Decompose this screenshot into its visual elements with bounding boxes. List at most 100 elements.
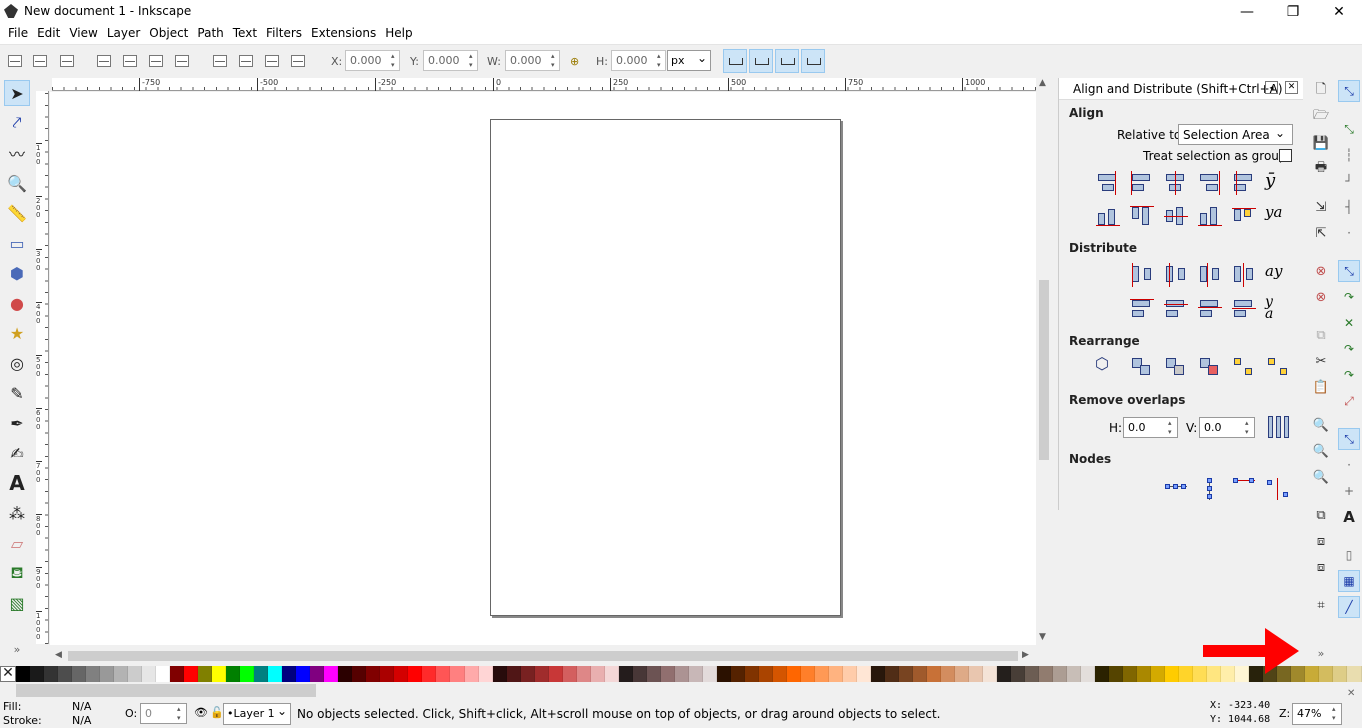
distribute-baselines-vertical-icon[interactable]: ya bbox=[1265, 295, 1291, 322]
distribute-centers-horizontal-icon[interactable] bbox=[1163, 262, 1189, 288]
color-swatch[interactable] bbox=[1333, 666, 1348, 682]
color-swatch[interactable] bbox=[506, 666, 521, 682]
distribute-top-edges-icon[interactable] bbox=[1129, 296, 1155, 322]
color-swatch[interactable] bbox=[814, 666, 829, 682]
color-swatch[interactable] bbox=[800, 666, 815, 682]
distribute-left-edges-icon[interactable] bbox=[1129, 262, 1155, 288]
color-swatch[interactable] bbox=[1011, 666, 1026, 682]
color-swatch[interactable] bbox=[1095, 666, 1110, 682]
color-swatch[interactable] bbox=[1319, 666, 1334, 682]
snap-object-centers-icon[interactable]: · bbox=[1338, 454, 1360, 476]
unclump-objects-icon[interactable] bbox=[1265, 354, 1291, 380]
color-swatch[interactable] bbox=[184, 666, 199, 682]
color-swatch[interactable] bbox=[450, 666, 465, 682]
distribute-gaps-horizontal-icon[interactable] bbox=[1231, 262, 1257, 288]
align-nodes-vertical-icon[interactable] bbox=[1197, 478, 1223, 500]
color-swatch[interactable] bbox=[100, 666, 115, 682]
menu-file[interactable]: File bbox=[5, 24, 31, 44]
open-file-icon[interactable]: 🗁 bbox=[1312, 108, 1330, 126]
menu-view[interactable]: View bbox=[66, 24, 100, 44]
color-swatch[interactable] bbox=[828, 666, 843, 682]
randomize-centers-icon[interactable] bbox=[1231, 354, 1257, 380]
color-swatch[interactable] bbox=[730, 666, 745, 682]
lock-ratio-icon[interactable]: ⊕ bbox=[570, 55, 579, 68]
color-swatch[interactable] bbox=[576, 666, 591, 682]
toolbox-overflow-icon[interactable]: » bbox=[4, 636, 30, 662]
color-swatch[interactable] bbox=[324, 666, 339, 682]
select-chevron-down-icon[interactable]: ⌄ bbox=[1275, 126, 1285, 140]
color-swatch[interactable] bbox=[170, 666, 185, 682]
transform-gradients-toggle[interactable] bbox=[775, 49, 799, 73]
color-swatch[interactable] bbox=[86, 666, 101, 682]
color-swatch[interactable] bbox=[72, 666, 87, 682]
color-swatch[interactable] bbox=[338, 666, 353, 682]
align-right-to-left-icon[interactable] bbox=[1095, 170, 1121, 196]
remove-overlaps-button-icon[interactable] bbox=[1265, 414, 1291, 440]
gradient-tool-icon[interactable]: ▧ bbox=[4, 590, 30, 616]
no-paint-swatch[interactable]: ✕ bbox=[0, 666, 16, 682]
unlink-clone-icon[interactable]: ⧈ bbox=[1312, 558, 1330, 576]
color-swatch[interactable] bbox=[296, 666, 311, 682]
snap-page-border-icon[interactable]: ▯ bbox=[1338, 544, 1360, 566]
paint-bucket-tool-icon[interactable]: ⛾ bbox=[4, 560, 30, 586]
palette-scrollbar[interactable] bbox=[16, 684, 316, 697]
scroll-down-icon[interactable]: ▼ bbox=[1039, 632, 1046, 642]
color-swatch[interactable] bbox=[142, 666, 157, 682]
color-swatch[interactable] bbox=[716, 666, 731, 682]
transform-patterns-toggle[interactable] bbox=[801, 49, 825, 73]
color-swatch[interactable] bbox=[240, 666, 255, 682]
dock-iconify-icon[interactable]: ◂ bbox=[1265, 81, 1278, 94]
color-swatch[interactable] bbox=[478, 666, 493, 682]
snap-text-baseline-icon[interactable]: A bbox=[1338, 506, 1360, 528]
overlap-v-input[interactable]: 0.0 bbox=[1199, 417, 1255, 438]
save-icon[interactable]: 💾 bbox=[1312, 134, 1330, 152]
pencil-tool-icon[interactable]: ✎ bbox=[4, 380, 30, 406]
snap-guides-icon[interactable]: ╱ bbox=[1338, 596, 1360, 618]
layer-chevron-down-icon[interactable]: ⌄ bbox=[277, 704, 287, 718]
import-icon[interactable]: ⇲ bbox=[1312, 198, 1330, 216]
align-right-edges-icon[interactable] bbox=[1197, 170, 1223, 196]
distribute-centers-vertical-icon[interactable] bbox=[1163, 296, 1189, 322]
snap-intersections-icon[interactable]: ✕ bbox=[1338, 312, 1360, 334]
color-swatch[interactable] bbox=[534, 666, 549, 682]
color-swatch[interactable] bbox=[282, 666, 297, 682]
distribute-gaps-vertical-icon[interactable] bbox=[1231, 296, 1257, 322]
paste-icon[interactable]: 📋 bbox=[1312, 378, 1330, 396]
color-swatch[interactable] bbox=[983, 666, 998, 682]
color-swatch[interactable] bbox=[1025, 666, 1040, 682]
snap-bbox-midpoints-icon[interactable]: ┤ bbox=[1338, 196, 1360, 218]
menu-object[interactable]: Object bbox=[146, 24, 191, 44]
color-swatch[interactable] bbox=[744, 666, 759, 682]
maximize-button[interactable]: ❐ bbox=[1270, 0, 1316, 24]
center-vertical-axis-icon[interactable] bbox=[1163, 170, 1189, 196]
lower-icon[interactable] bbox=[239, 55, 253, 67]
align-nodes-horizontal-icon[interactable] bbox=[1163, 478, 1189, 500]
color-swatch[interactable] bbox=[702, 666, 717, 682]
color-swatch[interactable] bbox=[1039, 666, 1054, 682]
color-swatch[interactable] bbox=[352, 666, 367, 682]
color-swatch[interactable] bbox=[492, 666, 507, 682]
color-swatch[interactable] bbox=[674, 666, 689, 682]
h-input[interactable]: 0.000 bbox=[611, 50, 666, 71]
color-swatch[interactable] bbox=[464, 666, 479, 682]
selector-tool-icon[interactable]: ➤ bbox=[4, 80, 30, 106]
horizontal-scrollbar[interactable]: ◀ ▶ bbox=[52, 648, 1036, 664]
color-swatch[interactable] bbox=[955, 666, 970, 682]
color-swatch[interactable] bbox=[366, 666, 381, 682]
color-swatch[interactable] bbox=[44, 666, 59, 682]
color-swatch[interactable] bbox=[128, 666, 143, 682]
color-swatch[interactable] bbox=[1137, 666, 1152, 682]
color-swatch[interactable] bbox=[268, 666, 283, 682]
menu-layer[interactable]: Layer bbox=[104, 24, 143, 44]
rotate-cw-icon[interactable] bbox=[123, 55, 137, 67]
y-input[interactable]: 0.000 bbox=[423, 50, 478, 71]
raise-icon[interactable] bbox=[265, 55, 279, 67]
align-bottom-to-top-icon[interactable] bbox=[1095, 203, 1121, 229]
align-text-anchor-icon[interactable]: ȳ bbox=[1265, 170, 1291, 196]
scale-corners-toggle[interactable] bbox=[749, 49, 773, 73]
scroll-thumb[interactable] bbox=[68, 651, 1018, 661]
color-swatch[interactable] bbox=[212, 666, 227, 682]
color-swatch[interactable] bbox=[604, 666, 619, 682]
align-top-to-bottom-icon[interactable] bbox=[1231, 203, 1257, 229]
group-icon[interactable]: ⌗ bbox=[1312, 596, 1330, 614]
